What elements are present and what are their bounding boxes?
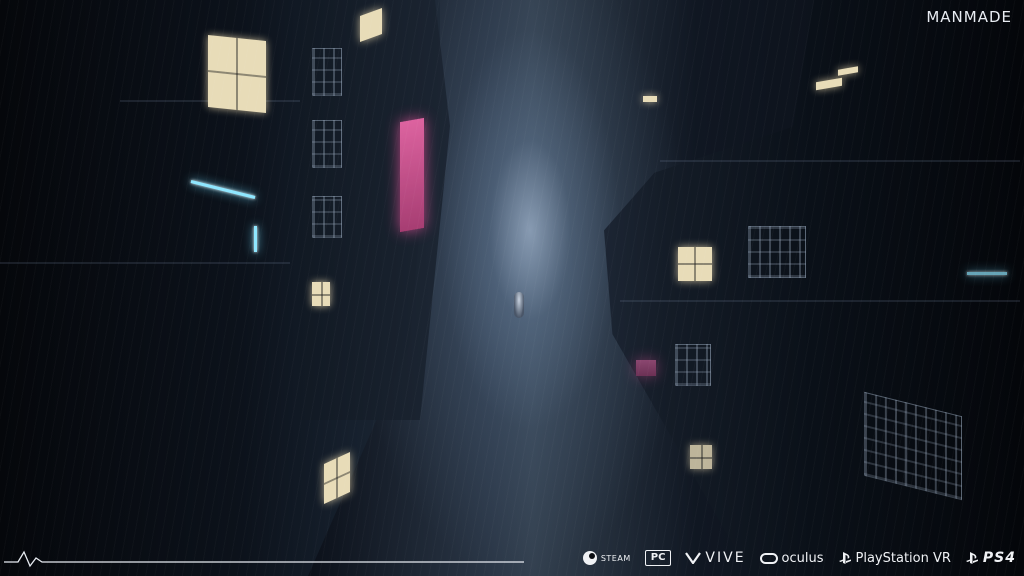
falling-figure [514, 292, 524, 318]
ps4-label: PS4 [982, 550, 1016, 566]
oculus-label: oculus [781, 550, 824, 566]
window-grate [748, 226, 806, 278]
neon-sign-pink [400, 117, 424, 233]
playstation-logo-icon [838, 552, 851, 564]
ceiling-light [643, 96, 657, 102]
neon-strip-cyan [967, 272, 1007, 275]
studio-logo: MANMADE [926, 8, 1012, 26]
platform-logos: STEAM PC VIVE oculus PlayStation VR PS4 [582, 550, 1016, 566]
oculus-logo-icon [759, 552, 778, 564]
right-floor-line [660, 160, 1020, 162]
game-scene: MANMADE STEAM PC VIVE oculus PlayStation… [0, 0, 1024, 576]
playstation-logo-icon [965, 552, 978, 564]
platform-psvr: PlayStation VR [838, 551, 951, 566]
left-floor-line [0, 262, 290, 264]
platform-bar: STEAM PC VIVE oculus PlayStation VR PS4 [0, 542, 1024, 576]
pc-label: PC [644, 550, 672, 566]
vive-logo-icon [685, 552, 702, 564]
window-grate [675, 344, 711, 386]
lit-window [690, 445, 712, 469]
platform-ps4: PS4 [965, 550, 1016, 566]
window-grate [312, 196, 342, 238]
vive-label: VIVE [705, 550, 746, 566]
lit-window [208, 34, 266, 114]
window-grate [312, 48, 342, 96]
lit-window [678, 247, 712, 281]
platform-pc: PC [644, 550, 672, 566]
steam-logo-icon [582, 551, 597, 565]
platform-vive: VIVE [685, 550, 745, 566]
heartbeat-line-icon [4, 550, 524, 568]
window-grate [312, 120, 342, 168]
platform-steam: STEAM [582, 551, 631, 565]
psvr-label: PlayStation VR [855, 550, 951, 566]
platform-oculus: oculus [759, 550, 824, 566]
steam-label: STEAM [600, 553, 631, 563]
right-floor-line [620, 300, 1020, 302]
neon-sign-pink [636, 360, 656, 376]
neon-strip-cyan [254, 226, 257, 252]
lit-window [312, 282, 330, 306]
